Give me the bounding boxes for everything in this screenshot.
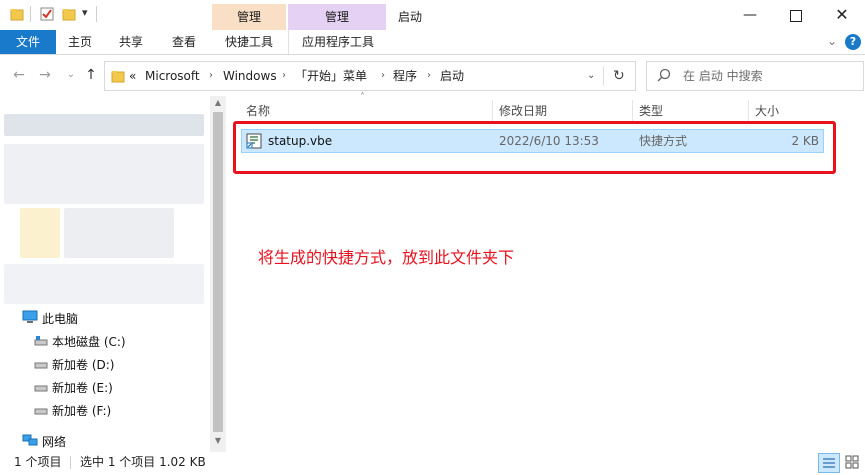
folder-icon[interactable] — [62, 7, 76, 21]
sidebar-item-this-pc[interactable]: 此电脑 — [22, 308, 78, 330]
folder-icon — [111, 69, 125, 86]
context-tab-manage-2[interactable]: 管理 — [288, 4, 386, 30]
breadcrumb-microsoft[interactable]: Microsoft — [145, 62, 200, 90]
scroll-down-icon[interactable]: ▼ — [210, 436, 226, 448]
divider — [603, 66, 604, 86]
sidebar-item-label: 此电脑 — [42, 312, 79, 326]
column-divider[interactable] — [748, 100, 749, 122]
chevron-right-icon[interactable]: › — [427, 62, 431, 90]
network-icon — [22, 432, 38, 454]
large-icons-view-icon[interactable] — [842, 453, 862, 471]
address-bar[interactable]: « Microsoft › Windows › 「开始」菜单 › 程序 › 启动… — [104, 61, 636, 91]
blurred-item — [64, 208, 174, 258]
maximize-button[interactable] — [773, 0, 819, 30]
blurred-item — [20, 208, 60, 258]
close-button[interactable]: ✕ — [819, 0, 865, 30]
chevron-down-icon[interactable]: ⌄ — [587, 62, 595, 90]
scrollbar-thumb[interactable] — [213, 112, 223, 432]
breadcrumb-windows[interactable]: Windows — [223, 62, 277, 90]
column-date[interactable]: 修改日期 — [499, 100, 547, 122]
drive-icon — [34, 355, 48, 377]
tab-home[interactable]: 主页 — [56, 30, 104, 54]
search-icon — [657, 68, 671, 85]
back-button[interactable]: ← — [8, 61, 30, 89]
sidebar-item-label: 网络 — [42, 435, 67, 449]
sidebar-item-label: 新加卷 (E:) — [52, 381, 113, 395]
search-box[interactable]: 在 启动 中搜索 — [646, 61, 864, 91]
drive-icon — [34, 401, 48, 423]
help-icon[interactable]: ? — [845, 34, 861, 50]
chevron-right-icon[interactable]: › — [381, 62, 385, 90]
title-bar: ▾ 管理 管理 启动 — ✕ — [0, 0, 865, 30]
sidebar-item-drive-e[interactable]: 新加卷 (E:) — [34, 377, 113, 399]
sidebar-item-label: 新加卷 (D:) — [52, 358, 115, 372]
sidebar-item-label: 新加卷 (F:) — [52, 404, 112, 418]
sidebar-item-drive-f[interactable]: 新加卷 (F:) — [34, 400, 111, 422]
column-divider[interactable] — [492, 100, 493, 122]
context-tab-manage-1[interactable]: 管理 — [212, 4, 286, 30]
divider — [30, 6, 31, 22]
tab-app-tools[interactable]: 应用程序工具 — [288, 30, 387, 54]
computer-icon — [22, 309, 38, 331]
tab-shortcut-tools[interactable]: 快捷工具 — [212, 30, 286, 54]
divider — [96, 6, 97, 22]
tab-view[interactable]: 查看 — [158, 30, 210, 54]
breadcrumb-programs[interactable]: 程序 — [393, 62, 417, 90]
drive-icon — [34, 378, 48, 400]
forward-button[interactable]: → — [34, 61, 56, 89]
details-view-icon[interactable] — [818, 453, 840, 473]
collapse-ribbon-icon[interactable]: ⌄ — [827, 34, 837, 48]
sidebar-item-label: 本地磁盘 (C:) — [52, 335, 126, 349]
up-button[interactable]: ↑ — [80, 61, 102, 89]
column-divider[interactable] — [632, 100, 633, 122]
breadcrumb-startup[interactable]: 启动 — [440, 62, 464, 90]
dropdown-icon[interactable]: ▾ — [82, 6, 88, 19]
tab-share[interactable]: 共享 — [104, 30, 158, 54]
checkbox-icon[interactable] — [40, 7, 54, 21]
sidebar-item-drive-d[interactable]: 新加卷 (D:) — [34, 354, 114, 376]
search-placeholder: 在 启动 中搜索 — [683, 69, 763, 83]
column-type[interactable]: 类型 — [639, 100, 663, 122]
tab-file[interactable]: 文件 — [0, 30, 56, 54]
drive-icon — [34, 332, 48, 354]
annotation-text: 将生成的快捷方式，放到此文件夹下 — [258, 248, 515, 267]
minimize-button[interactable]: — — [727, 0, 773, 30]
recent-locations-icon[interactable]: ⌄ — [60, 61, 82, 89]
highlight-box — [233, 121, 836, 174]
column-size[interactable]: 大小 — [755, 100, 779, 122]
nav-scrollbar[interactable]: ▲ ▼ — [210, 96, 226, 452]
ribbon-tabs: 文件 主页 共享 查看 快捷工具 应用程序工具 ⌄ ? — [0, 30, 865, 55]
refresh-icon[interactable]: ↻ — [613, 62, 625, 90]
divider — [70, 456, 71, 469]
sort-ascending-icon: ˄ — [360, 92, 365, 103]
chevron-right-icon[interactable]: › — [209, 62, 213, 90]
window-title: 启动 — [398, 10, 423, 24]
sidebar-item-drive-c[interactable]: 本地磁盘 (C:) — [34, 331, 126, 353]
status-item-count: 1 个项目 — [14, 455, 62, 469]
breadcrumb-start-menu[interactable]: 「开始」菜单 — [295, 62, 367, 90]
chevron-right-icon[interactable]: › — [282, 62, 286, 90]
folder-icon[interactable] — [10, 7, 24, 21]
blurred-item — [4, 114, 204, 136]
status-selected: 选中 1 个项目 1.02 KB — [80, 455, 206, 469]
status-bar: 1 个项目 选中 1 个项目 1.02 KB — [0, 452, 865, 473]
blurred-item — [4, 264, 204, 304]
column-name[interactable]: 名称 — [246, 100, 270, 122]
sidebar-item-network[interactable]: 网络 — [22, 431, 66, 453]
blurred-item — [4, 144, 204, 204]
breadcrumb-overflow[interactable]: « — [129, 62, 136, 90]
scroll-up-icon[interactable]: ▲ — [210, 98, 226, 110]
